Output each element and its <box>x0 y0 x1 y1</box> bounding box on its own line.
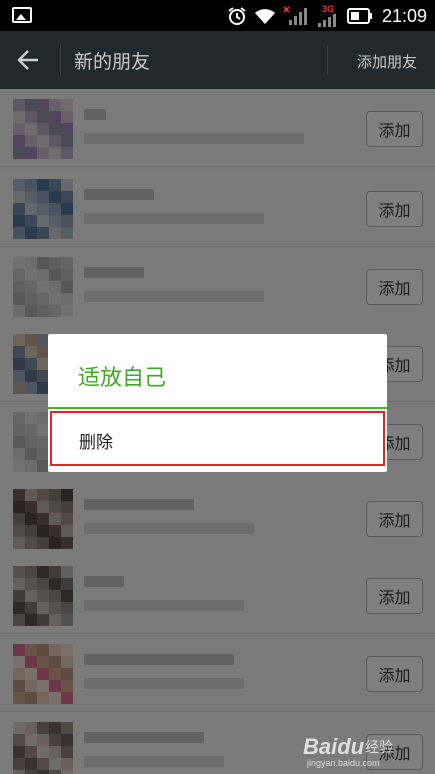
context-menu-dialog: 适放自己 删除 <box>48 334 387 472</box>
arrow-left-icon <box>17 50 38 70</box>
battery-icon <box>346 8 373 24</box>
clock: 21:09 <box>381 5 427 26</box>
delete-label: 删除 <box>79 433 113 453</box>
wifi-icon <box>254 7 276 25</box>
back-button[interactable] <box>10 43 46 77</box>
action-bar: 新的朋友 添加朋友 <box>0 31 435 89</box>
alarm-icon <box>227 6 247 26</box>
status-bar: 3G 21:09 <box>0 0 435 31</box>
page-title: 新的朋友 <box>74 51 151 73</box>
dialog-divider <box>48 407 387 409</box>
baidu-jingyan-watermark: Baidu 经验 jingyan.baidu.com <box>303 734 421 770</box>
signal-3g-icon: 3G <box>316 5 340 27</box>
status-icons: 3G 21:09 <box>227 4 427 28</box>
image-notification-icon <box>12 7 32 23</box>
add-friend-button[interactable]: 添加朋友 <box>357 51 417 72</box>
baidu-logo: Baidu <box>303 734 365 759</box>
divider <box>60 45 61 75</box>
divider <box>327 45 328 75</box>
delete-menu-item[interactable]: 删除 <box>50 411 385 466</box>
dialog-title: 适放自己 <box>78 366 167 391</box>
watermark-text: 经验 <box>365 740 393 756</box>
signal-icon <box>283 6 309 26</box>
watermark-url: jingyan.baidu.com <box>307 758 380 768</box>
network-type-label: 3G <box>321 4 334 14</box>
